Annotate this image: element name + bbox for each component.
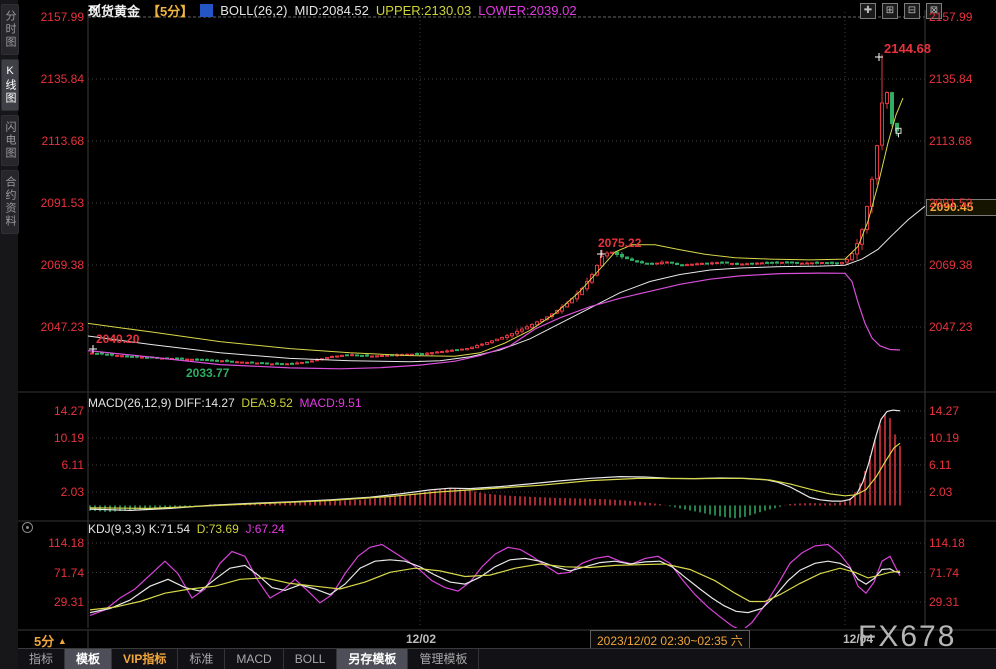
y-axis-label: 114.18 <box>929 536 965 550</box>
y-axis-label: 2135.84 <box>40 72 84 86</box>
y-axis-label: 2157.99 <box>40 10 84 24</box>
period-label: 5分 <box>34 634 55 649</box>
indicator-settings-icon[interactable] <box>22 522 33 533</box>
kline-app-window: 分时图 K线图 闪电图 合约资料 现货黄金 【5分】 BOLL(26,2) MID:2… <box>0 0 996 669</box>
peak-price-label: 2075.22 <box>598 236 642 250</box>
y-axis-label: 114.18 <box>48 536 84 550</box>
y-axis-label: 2113.68 <box>929 134 972 148</box>
kdj-header: KDJ(9,3,3) K:71.54 D:73.69 J:67.24 <box>88 522 285 536</box>
y-axis-label: 14.27 <box>929 404 960 418</box>
macd-params-label: MACD(26,12,9) <box>88 396 172 410</box>
y-axis-label: 2113.68 <box>41 134 85 148</box>
y-axis-label: 29.31 <box>929 595 960 609</box>
toolbar-tab-2[interactable]: 模板 <box>65 649 113 669</box>
toolbar-tab-7[interactable]: 另存模板 <box>337 649 409 669</box>
boll-mid-value: MID:2084.52 <box>294 2 369 18</box>
toolbar-tab-3[interactable]: VIP指标 <box>112 649 179 669</box>
toolbar-tab-4[interactable]: 标准 <box>178 649 226 669</box>
toolbar-tab-8[interactable]: 管理模板 <box>408 649 480 669</box>
kdj-params-label: KDJ(9,3,3) <box>88 522 146 536</box>
y-axis-label: 2047.23 <box>929 320 973 334</box>
x-axis-date-label: 12/02 <box>406 632 437 646</box>
y-axis-label: 10.19 <box>53 431 84 445</box>
chart-header: 现货黄金 【5分】 BOLL(26,2) MID:2084.52 UPPER:2… <box>88 2 577 19</box>
y-axis-label: 10.19 <box>929 431 960 445</box>
y-axis-label: 2047.23 <box>40 320 84 334</box>
kline-icon <box>88 3 214 17</box>
scale-down-icon[interactable]: ⊟ <box>904 3 920 19</box>
boll-upper-value: UPPER:2130.03 <box>375 2 472 18</box>
y-axis-label: 2069.38 <box>929 258 973 272</box>
x-axis-date-label: 12/04 <box>843 632 874 646</box>
low-price-label: 2033.77 <box>186 366 230 380</box>
y-axis-label: 2135.84 <box>929 72 973 86</box>
boll-lower-value: LOWER:2039.02 <box>478 2 577 18</box>
y-axis-label: 2091.53 <box>40 196 84 210</box>
boll-params-label: BOLL(26,2) <box>220 2 288 18</box>
scale-up-icon[interactable]: ⊞ <box>882 3 898 19</box>
toolbar-tab-1[interactable]: 指标 <box>18 649 66 669</box>
high-price-label: 2144.68 <box>884 41 931 56</box>
macd-value: MACD:9.51 <box>299 396 362 410</box>
kdj-d-value: D:73.69 <box>196 522 239 536</box>
y-axis-label: 29.31 <box>53 595 84 609</box>
y-axis-label: 6.11 <box>61 458 84 472</box>
kdj-j-value: J:67.24 <box>245 522 285 536</box>
period-tag: 【5分】 <box>147 3 194 19</box>
price-panel <box>88 53 925 370</box>
toolbar-tab-6[interactable]: BOLL <box>284 649 338 669</box>
open-price-label: 2040.20 <box>96 332 140 346</box>
macd-diff-value: DIFF:14.27 <box>174 396 235 410</box>
kdj-panel <box>89 543 901 628</box>
y-axis-label: 71.74 <box>53 565 84 580</box>
period-arrow-icon: ▲ <box>57 636 67 646</box>
y-axis-label: 14.27 <box>53 404 84 418</box>
y-axis-label: 2091.53 <box>929 196 973 210</box>
gridlines <box>18 10 996 648</box>
y-axis-label: 2069.38 <box>40 258 84 272</box>
y-axis-label: 6.11 <box>929 458 952 472</box>
y-axis-label: 2157.99 <box>929 10 973 24</box>
crosshair-icon[interactable]: ✚ <box>860 3 876 19</box>
macd-panel <box>89 409 901 519</box>
y-axis-label: 71.74 <box>929 565 960 580</box>
chart-canvas[interactable] <box>0 0 996 669</box>
macd-header: MACD(26,12,9) DIFF:14.27 DEA:9.52 MACD:9… <box>88 396 362 410</box>
kdj-k-value: K:71.54 <box>148 522 191 536</box>
y-axis-label: 2.03 <box>929 485 953 499</box>
bottom-toolbar: 指标 模板 VIP指标 标准 MACD BOLL 另存模板 管理模板 <box>18 648 996 669</box>
macd-dea-value: DEA:9.52 <box>241 396 293 410</box>
toolbar-tab-5[interactable]: MACD <box>225 649 284 669</box>
y-axis-label: 2.03 <box>60 485 84 499</box>
